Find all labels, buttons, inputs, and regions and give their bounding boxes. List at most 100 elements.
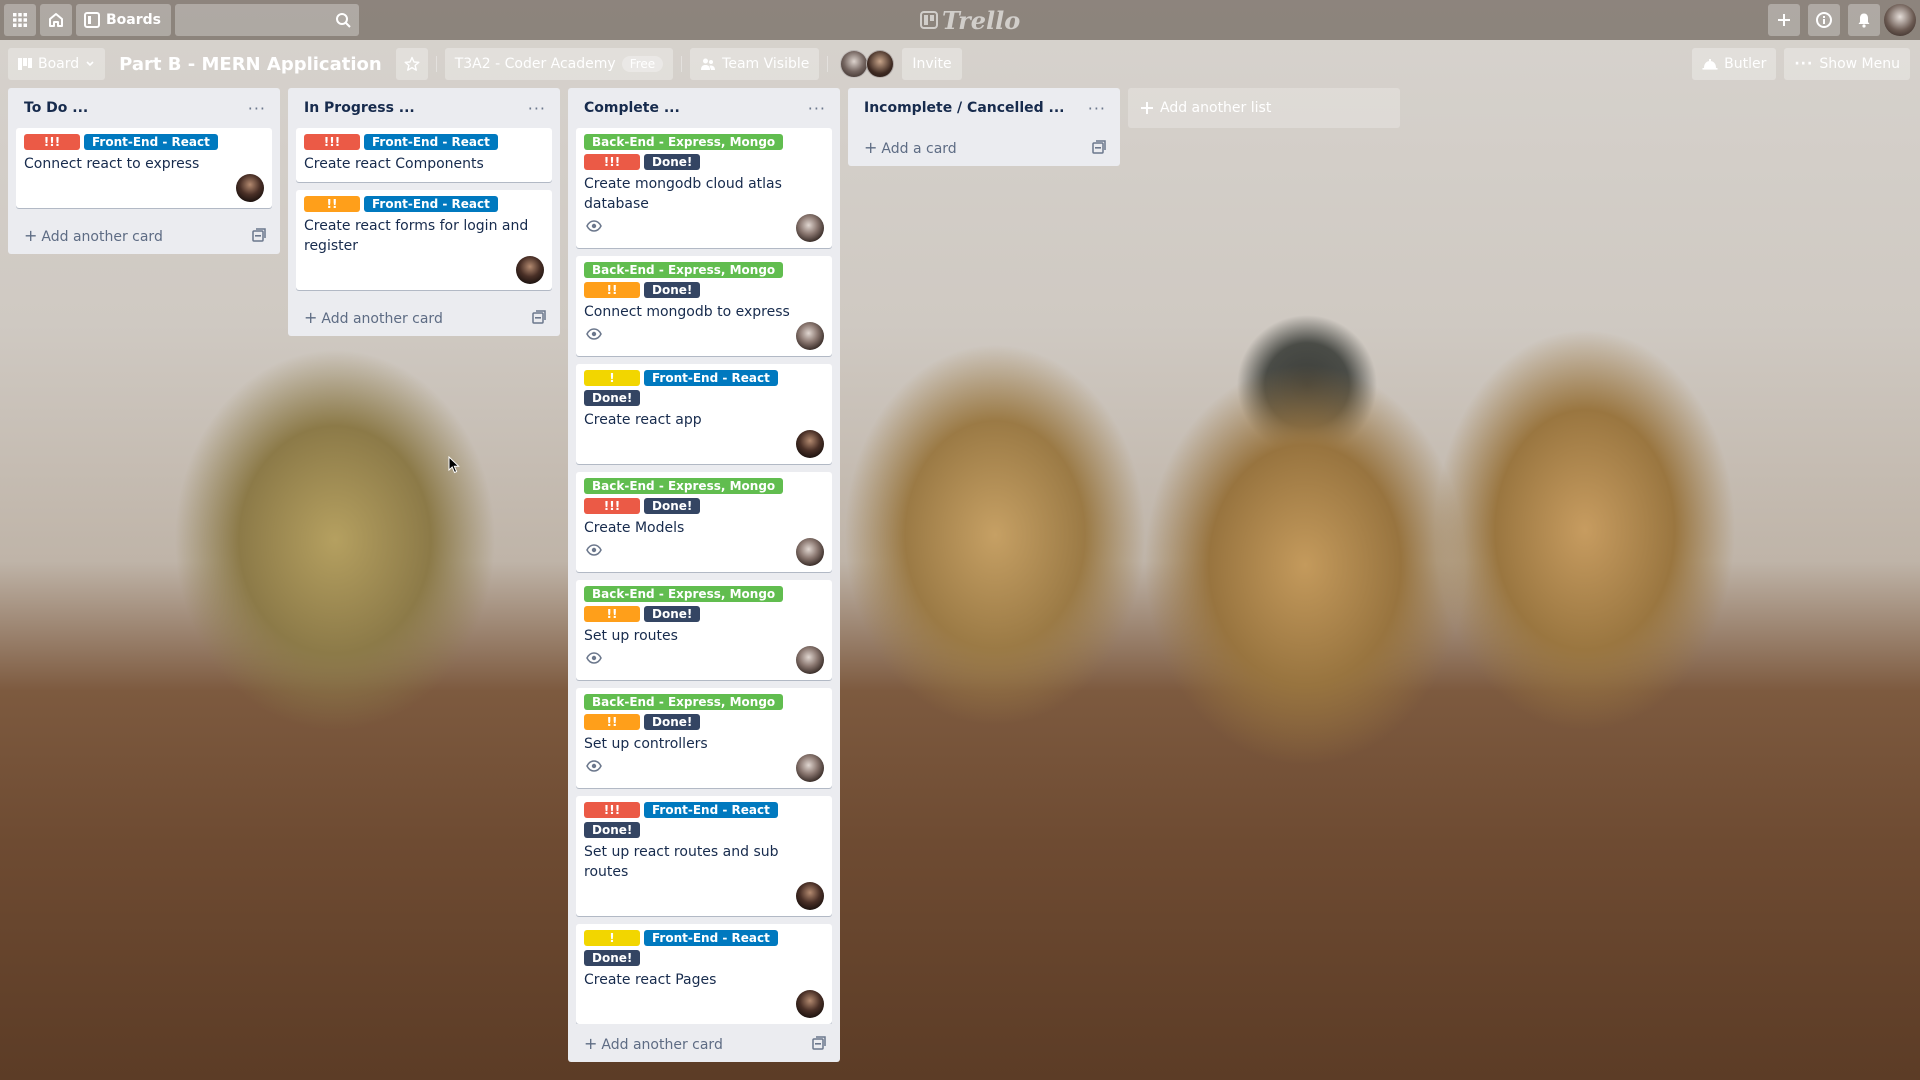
card-label[interactable]: Front-End - React <box>364 134 498 150</box>
card[interactable]: !!! Front-End - React Connect react to exp… <box>16 128 272 208</box>
card-label[interactable]: Done! <box>644 714 701 730</box>
board-view-switcher[interactable]: Board <box>8 48 106 80</box>
member-avatar[interactable] <box>796 322 824 350</box>
card[interactable]: Back-End - Express, Mongo!! Done! Connect … <box>576 256 832 356</box>
list-title[interactable]: To Do ... <box>24 100 88 116</box>
member-avatar[interactable] <box>796 430 824 458</box>
show-menu-button[interactable]: ··· Show Menu <box>1784 48 1910 80</box>
list-menu-icon[interactable]: ··· <box>528 99 546 118</box>
add-list-button[interactable]: Add another list <box>1128 88 1400 128</box>
card[interactable]: !! Front-End - React Create react forms fo… <box>296 190 552 290</box>
create-button[interactable] <box>1768 4 1800 36</box>
member-avatar[interactable] <box>796 990 824 1018</box>
list-title[interactable]: In Progress ... <box>304 100 415 116</box>
visibility-button[interactable]: Team Visible <box>690 48 820 80</box>
card-label[interactable]: Done! <box>644 154 701 170</box>
card[interactable]: Back-End - Express, Mongo!!! Done! Create … <box>576 128 832 248</box>
card-label[interactable]: !!! <box>24 134 80 150</box>
card-label[interactable]: Done! <box>644 606 701 622</box>
card-label[interactable]: !!! <box>584 498 640 514</box>
card[interactable]: !!! Front-End - React Create react Compone… <box>296 128 552 182</box>
member-avatar[interactable] <box>796 754 824 782</box>
card-label[interactable]: Done! <box>584 822 641 838</box>
card[interactable]: !!! Front-End - React Done! Set up react ro… <box>576 796 832 916</box>
card[interactable]: Back-End - Express, Mongo!! Done! Set up c… <box>576 688 832 788</box>
card-label[interactable]: Back-End - Express, Mongo <box>584 478 784 494</box>
member-avatar[interactable] <box>236 174 264 202</box>
card-label[interactable]: !!! <box>584 802 640 818</box>
add-card-button[interactable]: + Add another card <box>296 298 552 336</box>
card-labels: Back-End - Express, Mongo!! Done! <box>584 694 824 730</box>
board-title[interactable]: Part B - MERN Application <box>119 54 382 75</box>
trello-logo[interactable]: Trello <box>920 6 1020 35</box>
apps-button[interactable] <box>4 4 36 36</box>
card-title: Set up routes <box>584 628 678 644</box>
boards-button[interactable]: Boards <box>76 4 171 36</box>
info-button[interactable] <box>1808 4 1840 36</box>
member-avatar[interactable] <box>796 882 824 910</box>
star-button[interactable] <box>395 48 428 80</box>
card-label[interactable]: ! <box>584 370 640 386</box>
plus-icon: + <box>584 1033 598 1053</box>
visibility-label: Team Visible <box>722 56 810 72</box>
card-label[interactable]: Front-End - React <box>644 930 778 946</box>
card-template-icon[interactable] <box>812 1036 826 1050</box>
butler-button[interactable]: Butler <box>1692 48 1777 80</box>
card-label[interactable]: !! <box>584 714 640 730</box>
list-menu-icon[interactable]: ··· <box>248 99 266 118</box>
card-label[interactable]: Front-End - React <box>644 370 778 386</box>
card-label[interactable]: Done! <box>584 390 641 406</box>
card[interactable]: Back-End - Express, Mongo!!! Done! Create … <box>576 472 832 572</box>
invite-button[interactable]: Invite <box>902 48 962 80</box>
account-avatar[interactable] <box>1884 4 1916 36</box>
card-label[interactable]: ! <box>584 930 640 946</box>
notifications-button[interactable] <box>1848 4 1880 36</box>
card-label[interactable]: !! <box>304 196 360 212</box>
card-label[interactable]: Front-End - React <box>644 802 778 818</box>
home-button[interactable] <box>40 4 72 36</box>
card-label[interactable]: Done! <box>644 498 701 514</box>
list-title[interactable]: Incomplete / Cancelled ... <box>864 100 1064 116</box>
card-badges <box>584 990 824 1020</box>
card-label[interactable]: Back-End - Express, Mongo <box>584 262 784 278</box>
member-avatar[interactable] <box>840 50 869 78</box>
board-view-icon <box>18 58 32 70</box>
card-label[interactable]: Done! <box>644 282 701 298</box>
add-card-control: + Add a card <box>864 138 957 157</box>
card-badges <box>584 646 824 676</box>
add-card-button[interactable]: + Add a card <box>856 128 1112 166</box>
card-label[interactable]: Back-End - Express, Mongo <box>584 586 784 602</box>
card-label[interactable]: Done! <box>584 950 641 966</box>
card-label[interactable]: Front-End - React <box>364 196 498 212</box>
mouse-cursor-icon <box>448 456 460 474</box>
add-card-button[interactable]: + Add another card <box>16 216 272 254</box>
list-title[interactable]: Complete ... <box>584 100 680 116</box>
card-label[interactable]: !! <box>584 606 640 622</box>
card[interactable]: Back-End - Express, Mongo!! Done! Set up r… <box>576 580 832 680</box>
card[interactable]: ! Front-End - React Done! Create react Page… <box>576 924 832 1024</box>
list-menu-icon[interactable]: ··· <box>808 99 826 118</box>
card-labels: Back-End - Express, Mongo!!! Done! <box>584 478 824 514</box>
card-label[interactable]: Back-End - Express, Mongo <box>584 694 784 710</box>
card-template-icon[interactable] <box>252 228 266 242</box>
info-icon <box>1816 12 1832 28</box>
card-label[interactable]: !! <box>584 282 640 298</box>
card-label[interactable]: Front-End - React <box>84 134 218 150</box>
card[interactable]: ! Front-End - React Done! Create react app <box>576 364 832 464</box>
member-avatar[interactable] <box>796 538 824 566</box>
card-template-icon[interactable] <box>532 310 546 324</box>
add-card-button[interactable]: + Add another card <box>576 1024 832 1062</box>
card-template-icon[interactable] <box>1092 140 1106 154</box>
search-field[interactable] <box>175 4 359 36</box>
member-avatar[interactable] <box>796 646 824 674</box>
card-label[interactable]: !!! <box>304 134 360 150</box>
member-avatar[interactable] <box>516 256 544 284</box>
member-avatar[interactable] <box>866 50 895 78</box>
team-button[interactable]: T3A2 - Coder Academy Free <box>444 48 674 80</box>
watching-eye-icon <box>586 652 602 664</box>
list-menu-icon[interactable]: ··· <box>1088 99 1106 118</box>
member-avatar[interactable] <box>796 214 824 242</box>
search-input[interactable] <box>175 4 359 36</box>
card-label[interactable]: !!! <box>584 154 640 170</box>
card-label[interactable]: Back-End - Express, Mongo <box>584 134 784 150</box>
